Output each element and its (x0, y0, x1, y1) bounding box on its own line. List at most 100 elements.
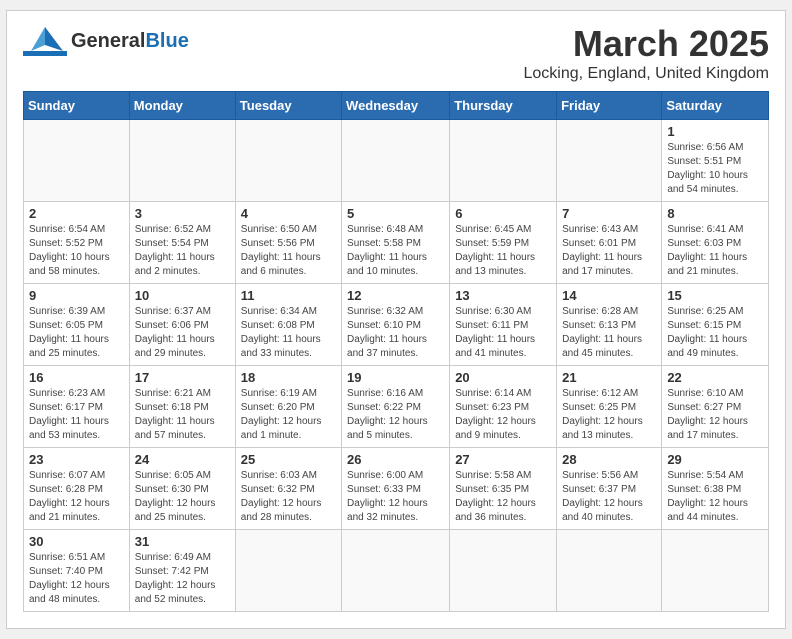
table-row: 5 Sunrise: 6:48 AM Sunset: 5:58 PM Daylig… (342, 202, 450, 284)
day-number: 7 (562, 206, 656, 221)
day-number: 30 (29, 534, 124, 549)
table-row: 21 Sunrise: 6:12 AM Sunset: 6:25 PM Dayli… (557, 366, 662, 448)
day-number: 19 (347, 370, 444, 385)
header-thursday: Thursday (450, 92, 557, 120)
header-monday: Monday (129, 92, 235, 120)
table-row: 1Sunrise: 6:56 AM Sunset: 5:51 PM Daylig… (662, 120, 769, 202)
header-friday: Friday (557, 92, 662, 120)
table-row: 17Sunrise: 6:21 AM Sunset: 6:18 PM Dayli… (129, 366, 235, 448)
day-number: 18 (241, 370, 336, 385)
day-number: 23 (29, 452, 124, 467)
table-row (342, 120, 450, 202)
header-tuesday: Tuesday (235, 92, 341, 120)
day-info: Sunrise: 6:00 AM Sunset: 6:33 PM Dayligh… (347, 469, 444, 525)
day-number: 24 (135, 452, 230, 467)
day-info: Sunrise: 6:12 AM Sunset: 6:25 PM Dayligh… (562, 387, 656, 443)
calendar-week-row: 16 Sunrise: 6:23 AM Sunset: 6:17 PM Dayli… (24, 366, 769, 448)
day-number: 8 (667, 206, 763, 221)
table-row: 30Sunrise: 6:51 AM Sunset: 7:40 PM Dayli… (24, 530, 130, 612)
day-info: Sunrise: 6:14 AM Sunset: 6:23 PM Dayligh… (455, 387, 551, 443)
table-row: 10Sunrise: 6:37 AM Sunset: 6:06 PM Dayli… (129, 284, 235, 366)
table-row (342, 530, 450, 612)
day-info: Sunrise: 6:49 AM Sunset: 7:42 PM Dayligh… (135, 551, 230, 607)
header-saturday: Saturday (662, 92, 769, 120)
table-row: 31 Sunrise: 6:49 AM Sunset: 7:42 PM Dayli… (129, 530, 235, 612)
day-info: Sunrise: 6:25 AM Sunset: 6:15 PM Dayligh… (667, 305, 763, 361)
day-info: Sunrise: 6:48 AM Sunset: 5:58 PM Dayligh… (347, 223, 444, 279)
table-row (235, 120, 341, 202)
day-number: 31 (135, 534, 230, 549)
day-info: Sunrise: 6:07 AM Sunset: 6:28 PM Dayligh… (29, 469, 124, 525)
day-number: 13 (455, 288, 551, 303)
table-row: 29 Sunrise: 5:54 AM Sunset: 6:38 PM Dayli… (662, 448, 769, 530)
day-number: 16 (29, 370, 124, 385)
logo-area: GeneralBlue (23, 23, 189, 59)
day-info: Sunrise: 6:16 AM Sunset: 6:22 PM Dayligh… (347, 387, 444, 443)
day-number: 12 (347, 288, 444, 303)
table-row: 4Sunrise: 6:50 AM Sunset: 5:56 PM Daylig… (235, 202, 341, 284)
day-number: 15 (667, 288, 763, 303)
table-row (557, 120, 662, 202)
day-info: Sunrise: 6:41 AM Sunset: 6:03 PM Dayligh… (667, 223, 763, 279)
table-row (450, 530, 557, 612)
table-row: 16 Sunrise: 6:23 AM Sunset: 6:17 PM Dayli… (24, 366, 130, 448)
day-number: 4 (241, 206, 336, 221)
calendar-week-row: 1Sunrise: 6:56 AM Sunset: 5:51 PM Daylig… (24, 120, 769, 202)
table-row (662, 530, 769, 612)
table-row: 27 Sunrise: 5:58 AM Sunset: 6:35 PM Dayli… (450, 448, 557, 530)
day-info: Sunrise: 5:56 AM Sunset: 6:37 PM Dayligh… (562, 469, 656, 525)
table-row: 3Sunrise: 6:52 AM Sunset: 5:54 PM Daylig… (129, 202, 235, 284)
day-info: Sunrise: 6:21 AM Sunset: 6:18 PM Dayligh… (135, 387, 230, 443)
table-row: 19 Sunrise: 6:16 AM Sunset: 6:22 PM Dayli… (342, 366, 450, 448)
day-info: Sunrise: 5:58 AM Sunset: 6:35 PM Dayligh… (455, 469, 551, 525)
day-number: 11 (241, 288, 336, 303)
table-row: 14 Sunrise: 6:28 AM Sunset: 6:13 PM Dayli… (557, 284, 662, 366)
table-row: 28 Sunrise: 5:56 AM Sunset: 6:37 PM Dayli… (557, 448, 662, 530)
day-number: 2 (29, 206, 124, 221)
table-row: 8 Sunrise: 6:41 AM Sunset: 6:03 PM Daylig… (662, 202, 769, 284)
day-number: 27 (455, 452, 551, 467)
day-info: Sunrise: 6:23 AM Sunset: 6:17 PM Dayligh… (29, 387, 124, 443)
table-row: 22Sunrise: 6:10 AM Sunset: 6:27 PM Dayli… (662, 366, 769, 448)
day-number: 20 (455, 370, 551, 385)
table-row (24, 120, 130, 202)
table-row: 23 Sunrise: 6:07 AM Sunset: 6:28 PM Dayli… (24, 448, 130, 530)
calendar-week-row: 30Sunrise: 6:51 AM Sunset: 7:40 PM Dayli… (24, 530, 769, 612)
day-info: Sunrise: 6:54 AM Sunset: 5:52 PM Dayligh… (29, 223, 124, 279)
day-number: 21 (562, 370, 656, 385)
location-title: Locking, England, United Kingdom (524, 65, 770, 83)
day-info: Sunrise: 5:54 AM Sunset: 6:38 PM Dayligh… (667, 469, 763, 525)
header-wednesday: Wednesday (342, 92, 450, 120)
day-number: 9 (29, 288, 124, 303)
day-info: Sunrise: 6:19 AM Sunset: 6:20 PM Dayligh… (241, 387, 336, 443)
day-number: 28 (562, 452, 656, 467)
table-row: 24 Sunrise: 6:05 AM Sunset: 6:30 PM Dayli… (129, 448, 235, 530)
calendar-week-row: 23 Sunrise: 6:07 AM Sunset: 6:28 PM Dayli… (24, 448, 769, 530)
table-row: 11Sunrise: 6:34 AM Sunset: 6:08 PM Dayli… (235, 284, 341, 366)
calendar-week-row: 9 Sunrise: 6:39 AM Sunset: 6:05 PM Daylig… (24, 284, 769, 366)
day-info: Sunrise: 6:28 AM Sunset: 6:13 PM Dayligh… (562, 305, 656, 361)
table-row: 15 Sunrise: 6:25 AM Sunset: 6:15 PM Dayli… (662, 284, 769, 366)
logo-text: GeneralBlue (71, 30, 189, 52)
table-row: 7Sunrise: 6:43 AM Sunset: 6:01 PM Daylig… (557, 202, 662, 284)
table-row (235, 530, 341, 612)
logo-icon (23, 23, 67, 59)
table-row (450, 120, 557, 202)
table-row: 9 Sunrise: 6:39 AM Sunset: 6:05 PM Daylig… (24, 284, 130, 366)
title-area: March 2025 Locking, England, United King… (524, 23, 770, 83)
day-number: 5 (347, 206, 444, 221)
calendar-table: Sunday Monday Tuesday Wednesday Thursday… (23, 91, 769, 612)
day-number: 25 (241, 452, 336, 467)
day-info: Sunrise: 6:52 AM Sunset: 5:54 PM Dayligh… (135, 223, 230, 279)
day-number: 14 (562, 288, 656, 303)
table-row: 18 Sunrise: 6:19 AM Sunset: 6:20 PM Dayli… (235, 366, 341, 448)
day-info: Sunrise: 6:45 AM Sunset: 5:59 PM Dayligh… (455, 223, 551, 279)
day-number: 10 (135, 288, 230, 303)
day-number: 29 (667, 452, 763, 467)
day-info: Sunrise: 6:32 AM Sunset: 6:10 PM Dayligh… (347, 305, 444, 361)
day-info: Sunrise: 6:03 AM Sunset: 6:32 PM Dayligh… (241, 469, 336, 525)
table-row: 26Sunrise: 6:00 AM Sunset: 6:33 PM Dayli… (342, 448, 450, 530)
table-row (129, 120, 235, 202)
day-info: Sunrise: 6:05 AM Sunset: 6:30 PM Dayligh… (135, 469, 230, 525)
day-info: Sunrise: 6:39 AM Sunset: 6:05 PM Dayligh… (29, 305, 124, 361)
